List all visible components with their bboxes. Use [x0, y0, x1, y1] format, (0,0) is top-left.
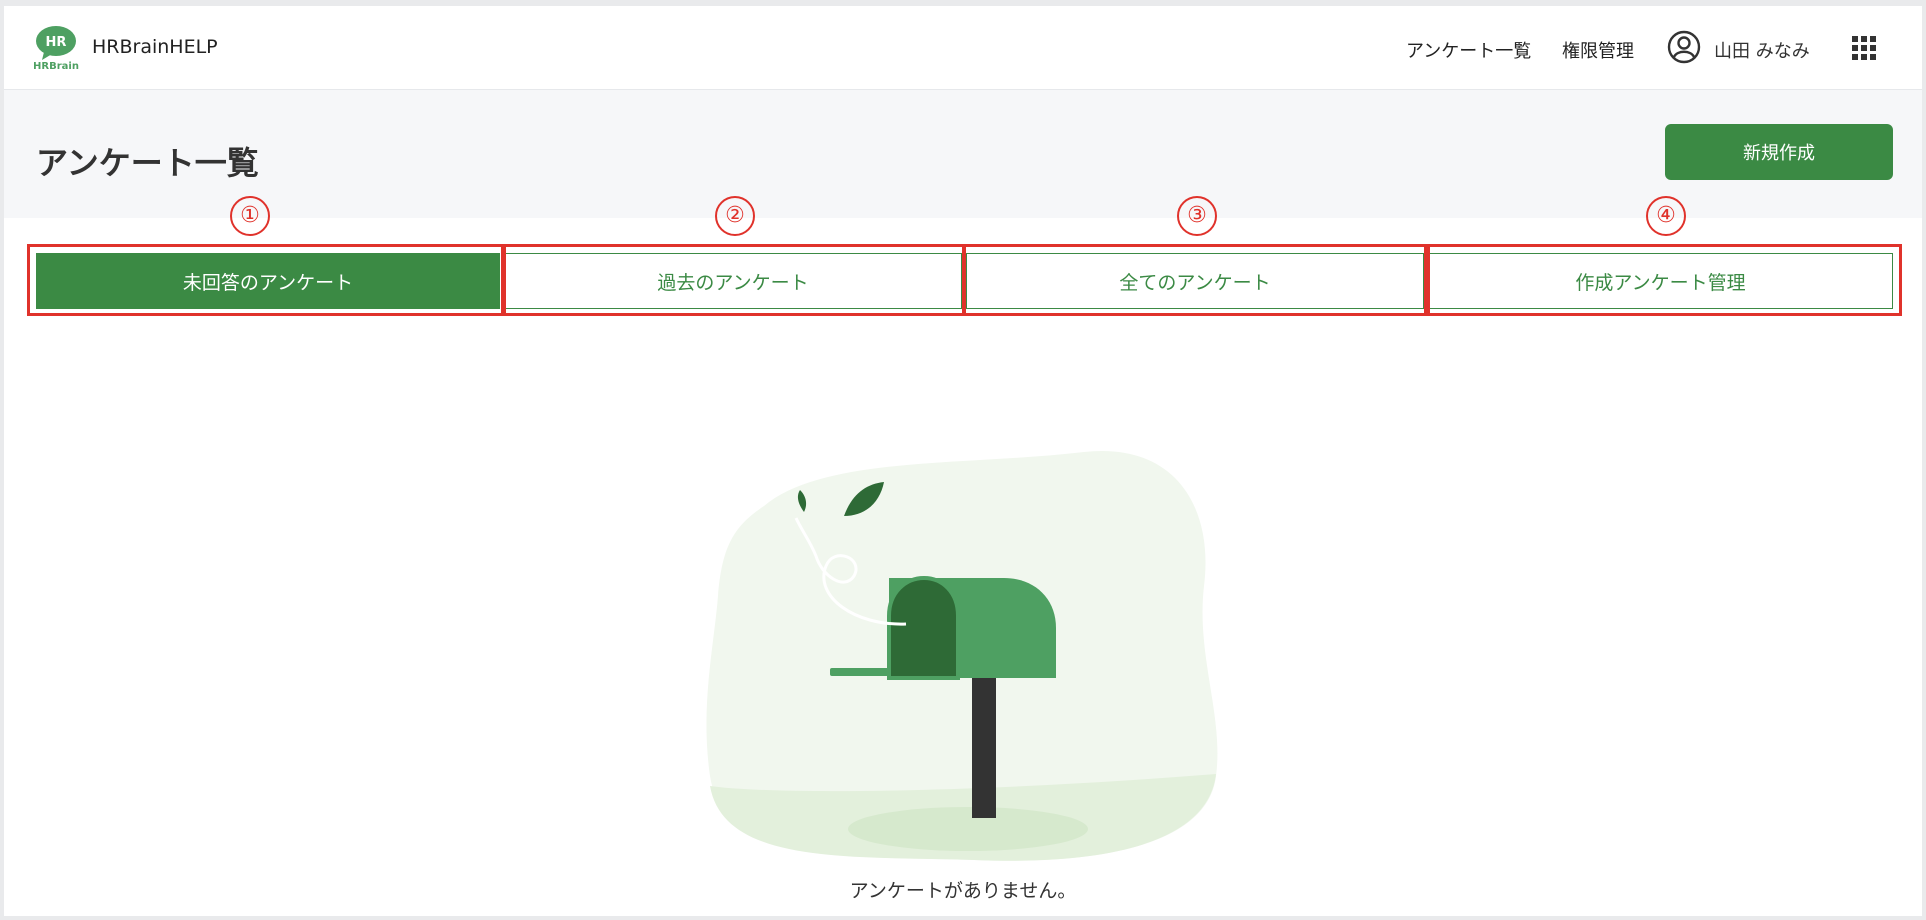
annotation-marker-4: ④	[1646, 196, 1686, 236]
grid-apps-icon[interactable]	[1851, 35, 1877, 61]
annotation-marker-3: ③	[1177, 196, 1217, 236]
top-header: HR HRBrain HRBrainHELP アンケート一覧 権限管理 山田 み…	[4, 6, 1922, 90]
annotation-marker-1: ①	[230, 196, 270, 236]
empty-state-message: アンケートがありません。	[849, 880, 1077, 902]
annotation-marker-2: ②	[715, 196, 755, 236]
logo-badge-text: HR	[46, 35, 67, 50]
brand-name[interactable]: HRBrainHELP	[92, 36, 218, 58]
title-band	[4, 90, 1922, 218]
user-circle-icon[interactable]	[1666, 29, 1702, 65]
annotation-box-1	[27, 244, 506, 316]
annotation-box-3	[962, 244, 1430, 316]
logo-text: HRBrain	[34, 61, 79, 72]
nav-survey-list[interactable]: アンケート一覧	[1406, 37, 1531, 63]
app-window: HR HRBrain HRBrainHELP アンケート一覧 権限管理 山田 み…	[4, 6, 1922, 916]
nav-permissions[interactable]: 権限管理	[1562, 37, 1634, 63]
mailbox-illustration	[706, 450, 1218, 861]
hrbrain-logo-icon[interactable]: HR HRBrain	[34, 24, 84, 72]
user-name[interactable]: 山田 みなみ	[1714, 37, 1810, 63]
annotation-box-2	[501, 244, 966, 316]
new-survey-button[interactable]: 新規作成	[1665, 124, 1893, 180]
page-title: アンケート一覧	[36, 144, 259, 182]
annotation-box-4	[1424, 244, 1902, 316]
